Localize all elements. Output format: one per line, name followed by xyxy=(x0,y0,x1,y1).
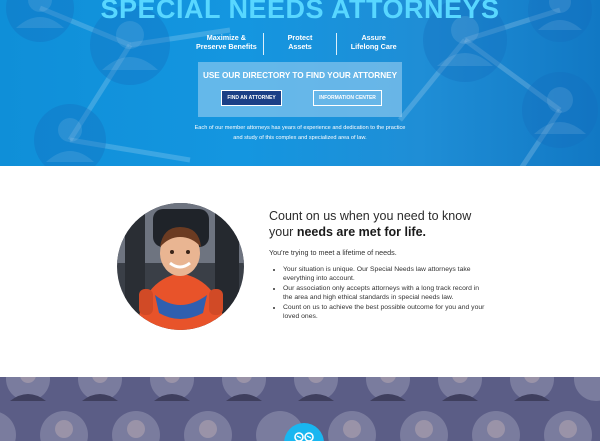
intro-content: Count on us when you need to know your n… xyxy=(269,209,489,321)
hero-description: Each of our member attorneys has years o… xyxy=(194,125,406,141)
find-attorney-button[interactable]: FIND AN ATTORNEY xyxy=(221,90,282,106)
intro-subheading: You're trying to meet a lifetime of need… xyxy=(269,248,397,257)
page: SPECIAL NEEDS ATTORNEYS Maximize & Prese… xyxy=(0,0,600,441)
benefit-protect-assets: Protect Assets xyxy=(262,33,337,55)
chat-button[interactable] xyxy=(284,423,324,441)
chat-icon xyxy=(294,432,314,441)
benefit-label: Preserve Benefits xyxy=(195,42,257,51)
intro-bullet-list: Your situation is unique. Our Special Ne… xyxy=(269,265,489,321)
benefit-label: Maximize & xyxy=(206,33,246,42)
list-item: Count on us to achieve the best possible… xyxy=(283,303,489,322)
benefit-maximize-benefits: Maximize & Preserve Benefits xyxy=(190,33,263,55)
benefits-row: Maximize & Preserve Benefits Protect Ass… xyxy=(190,33,410,55)
hero-title: SPECIAL NEEDS ATTORNEYS xyxy=(100,0,500,24)
directory-box: USE OUR DIRECTORY TO FIND YOUR ATTORNEY … xyxy=(198,62,402,117)
intro-headline: Count on us when you need to know your n… xyxy=(269,209,489,240)
benefit-label: Assets xyxy=(288,42,312,51)
hero-section: SPECIAL NEEDS ATTORNEYS Maximize & Prese… xyxy=(0,0,600,166)
benefit-label: Assure xyxy=(361,33,386,42)
list-item: Our association only accepts attorneys w… xyxy=(283,284,489,303)
headline-bold: needs are met for life. xyxy=(296,224,427,239)
intro-section: Count on us when you need to know your n… xyxy=(0,166,600,377)
benefit-label: Lifelong Care xyxy=(350,42,397,51)
benefit-lifelong-care: Assure Lifelong Care xyxy=(336,33,410,55)
list-item: Your situation is unique. Our Special Ne… xyxy=(283,265,489,284)
information-center-button[interactable]: INFORMATION CENTER xyxy=(313,90,382,106)
child-photo xyxy=(117,203,244,330)
benefit-label: Protect xyxy=(287,33,313,42)
directory-title: USE OUR DIRECTORY TO FIND YOUR ATTORNEY xyxy=(202,71,398,80)
